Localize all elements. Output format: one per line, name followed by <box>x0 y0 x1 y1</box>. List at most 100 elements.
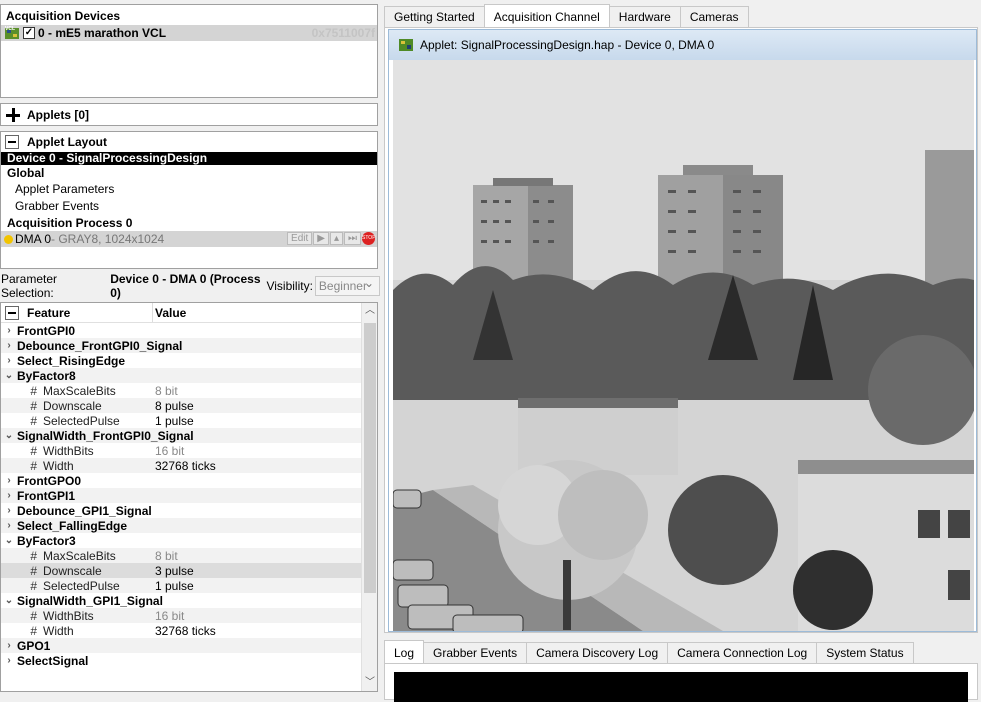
chevron-right-icon[interactable]: › <box>1 325 17 336</box>
feature-parameter-row[interactable]: # Width 32768 ticks <box>1 458 362 473</box>
stop-icon[interactable]: STOP <box>362 232 376 245</box>
chevron-down-icon[interactable]: ⌄ <box>1 370 17 381</box>
layout-process[interactable]: Acquisition Process 0 <box>1 215 377 231</box>
feature-parameter-row[interactable]: # SelectedPulse 1 pulse <box>1 578 362 593</box>
collapse-icon[interactable] <box>5 135 19 149</box>
expand-icon[interactable] <box>5 107 21 123</box>
feature-value[interactable]: 1 pulse <box>155 414 194 428</box>
layout-device-row[interactable]: Device 0 - SignalProcessingDesign <box>1 152 377 165</box>
parameter-selection-label: Parameter Selection: <box>1 272 58 300</box>
tree-header: Feature Value <box>1 303 377 323</box>
layout-dma-row[interactable]: DMA 0 - GRAY8, 1024x1024 Edit ▶ ▴ ⏭ STOP <box>1 231 377 247</box>
applet-window-titlebar[interactable]: Applet: SignalProcessingDesign.hap - Dev… <box>389 30 976 60</box>
chevron-right-icon[interactable]: › <box>1 655 17 666</box>
feature-category-row[interactable]: ⌄ ByFactor8 <box>1 368 362 383</box>
step-icon[interactable]: ⏭ <box>344 232 361 245</box>
chevron-right-icon[interactable]: › <box>1 490 17 501</box>
chevron-right-icon[interactable]: › <box>1 475 17 486</box>
applet-layout-header[interactable]: Applet Layout <box>1 132 377 152</box>
feature-parameter-row[interactable]: # WidthBits 16 bit <box>1 443 362 458</box>
feature-name: FrontGPI0 <box>17 323 76 338</box>
feature-value[interactable]: 32768 ticks <box>155 624 216 638</box>
feature-category-row[interactable]: › Debounce_GPI1_Signal <box>1 503 362 518</box>
chevron-right-icon[interactable]: › <box>1 520 17 531</box>
tab-log[interactable]: Log <box>384 640 425 663</box>
chevron-down-icon[interactable]: ⌄ <box>1 535 17 546</box>
feature-parameter-row[interactable]: # Downscale 8 pulse <box>1 398 362 413</box>
feature-parameter-row[interactable]: # Downscale 3 pulse <box>1 563 362 578</box>
tab-acquisition-channel[interactable]: Acquisition Channel <box>483 4 610 27</box>
applet-window-title: Applet: SignalProcessingDesign.hap - Dev… <box>420 38 715 52</box>
edit-button[interactable]: Edit <box>287 232 313 245</box>
acquisition-devices-panel: Acquisition Devices VCL ✓ 0 - mE5 marath… <box>0 4 378 98</box>
feature-parameter-row[interactable]: # Width 32768 ticks <box>1 623 362 638</box>
feature-value[interactable]: 32768 ticks <box>155 459 216 473</box>
tab-camera-connection-log[interactable]: Camera Connection Log <box>667 642 818 663</box>
chevron-right-icon[interactable]: › <box>1 505 17 516</box>
device-item[interactable]: VCL ✓ 0 - mE5 marathon VCL 0x7511007f <box>1 25 377 41</box>
chevron-down-icon[interactable]: ⌄ <box>1 595 17 606</box>
tab-camera-discovery-log[interactable]: Camera Discovery Log <box>526 642 669 663</box>
feature-value[interactable]: 3 pulse <box>155 564 194 578</box>
tree-scrollbar[interactable]: ︿ ﹀ <box>361 303 377 691</box>
collapse-all-icon[interactable] <box>5 305 19 320</box>
chevron-right-icon[interactable]: › <box>1 340 17 351</box>
feature-name: SignalWidth_FrontGPI0_Signal <box>17 428 194 443</box>
tab-system-status[interactable]: System Status <box>816 642 914 663</box>
feature-value: 8 bit <box>155 383 178 398</box>
play-icon[interactable]: ▶ <box>313 232 329 245</box>
feature-value[interactable]: 1 pulse <box>155 579 194 593</box>
numeric-icon: # <box>30 578 37 593</box>
feature-value[interactable]: 8 pulse <box>155 399 194 413</box>
feature-name: FrontGPI1 <box>17 488 76 503</box>
feature-category-row[interactable]: › FrontGPO0 <box>1 473 362 488</box>
tab-cameras[interactable]: Cameras <box>679 6 749 27</box>
applets-panel[interactable]: Applets [0] <box>0 103 378 126</box>
scroll-up-icon[interactable]: ︿ <box>362 303 377 319</box>
feature-category-row[interactable]: › Select_FallingEdge <box>1 518 362 533</box>
feature-category-row[interactable]: ⌄ ByFactor3 <box>1 533 362 548</box>
feature-parameter-row[interactable]: # SelectedPulse 1 pulse <box>1 413 362 428</box>
feature-name: WidthBits <box>43 443 94 458</box>
feature-parameter-row[interactable]: # WidthBits 16 bit <box>1 608 362 623</box>
chevron-down-icon[interactable]: ⌄ <box>1 430 17 441</box>
feature-name: Debounce_FrontGPI0_Signal <box>17 338 183 353</box>
feature-parameter-row[interactable]: # MaxScaleBits 8 bit <box>1 548 362 563</box>
device-id: 0x7511007f <box>311 26 375 40</box>
feature-category-row[interactable]: › Select_RisingEdge <box>1 353 362 368</box>
applet-layout-title: Applet Layout <box>27 135 107 149</box>
tab-grabber-events[interactable]: Grabber Events <box>423 642 528 663</box>
feature-category-row[interactable]: ⌄ SignalWidth_GPI1_Signal <box>1 593 362 608</box>
device-checkbox[interactable]: ✓ <box>23 27 35 39</box>
feature-category-row[interactable]: › FrontGPI0 <box>1 323 362 338</box>
applets-label: Applets [0] <box>27 107 90 122</box>
tab-getting-started[interactable]: Getting Started <box>384 6 485 27</box>
column-feature[interactable]: Feature <box>27 306 70 320</box>
feature-name: GPO1 <box>17 638 51 653</box>
feature-parameter-row[interactable]: # MaxScaleBits 8 bit <box>1 383 362 398</box>
feature-category-row[interactable]: › Debounce_FrontGPI0_Signal <box>1 338 362 353</box>
visibility-select[interactable]: Beginner <box>314 274 380 296</box>
camera-image[interactable] <box>393 60 974 631</box>
feature-category-row[interactable]: › SelectSignal <box>1 653 362 668</box>
feature-category-row[interactable]: ⌄ SignalWidth_FrontGPI0_Signal <box>1 428 362 443</box>
feature-category-row[interactable]: › FrontGPI1 <box>1 488 362 503</box>
layout-item-applet-parameters[interactable]: Applet Parameters <box>1 181 377 198</box>
tab-hardware[interactable]: Hardware <box>608 6 681 27</box>
scroll-thumb[interactable] <box>364 323 376 593</box>
log-output[interactable] <box>394 672 968 702</box>
device-name: 0 - mE5 marathon VCL <box>38 26 167 40</box>
layout-item-grabber-events[interactable]: Grabber Events <box>1 198 377 215</box>
feature-name: Downscale <box>43 398 102 413</box>
camera-image-picture <box>393 60 974 631</box>
chevron-right-icon[interactable]: › <box>1 355 17 366</box>
layout-global[interactable]: Global <box>1 165 377 181</box>
chevron-right-icon[interactable]: › <box>1 640 17 651</box>
feature-category-row[interactable]: › GPO1 <box>1 638 362 653</box>
feature-name: Debounce_GPI1_Signal <box>17 503 152 518</box>
scroll-down-icon[interactable]: ﹀ <box>362 675 377 691</box>
column-value[interactable]: Value <box>153 306 186 320</box>
snapshot-icon[interactable]: ▴ <box>329 232 343 245</box>
numeric-icon: # <box>30 383 37 398</box>
bottom-tabs: Log Grabber Events Camera Discovery Log … <box>384 640 914 663</box>
